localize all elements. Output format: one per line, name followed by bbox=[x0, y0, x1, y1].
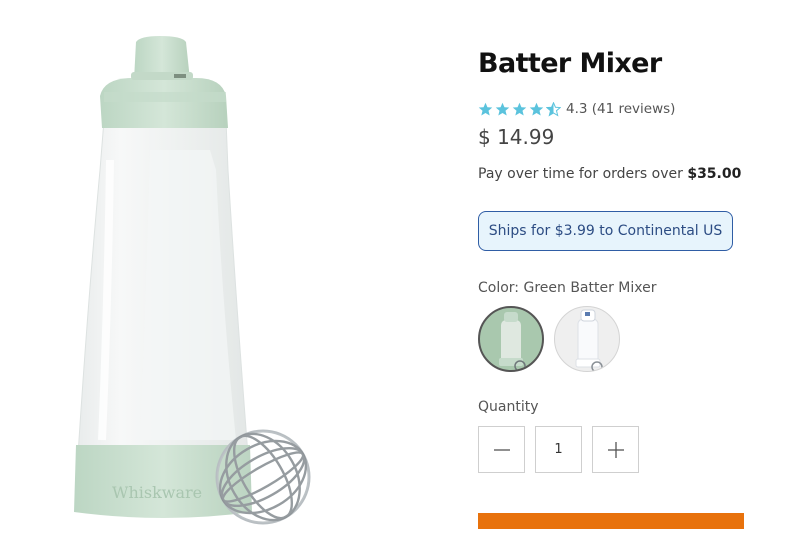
product-image: Whiskware bbox=[0, 0, 440, 534]
color-swatch-green[interactable] bbox=[478, 306, 544, 372]
star-icon bbox=[495, 102, 510, 115]
star-icon bbox=[512, 102, 527, 115]
product-price: $ 14.99 bbox=[478, 125, 555, 149]
quantity-label: Quantity bbox=[478, 399, 539, 415]
shipping-badge: Ships for $3.99 to Continental US bbox=[478, 211, 733, 251]
plus-icon bbox=[607, 441, 624, 458]
half-star-icon bbox=[546, 101, 561, 117]
rating-stars bbox=[478, 101, 563, 117]
add-to-cart-button[interactable] bbox=[478, 513, 744, 529]
rating-text: 4.3 (41 reviews) bbox=[566, 101, 676, 117]
quantity-input[interactable] bbox=[535, 426, 582, 473]
product-info-panel: Batter Mixer 4.3 (41 reviews) $ 14.99 Pa… bbox=[478, 0, 744, 534]
color-label: Color: Green Batter Mixer bbox=[478, 280, 657, 296]
star-icon bbox=[529, 102, 544, 115]
brand-mark: Whiskware bbox=[112, 483, 202, 502]
installments-message: Pay over time for orders over $35.00 wit bbox=[478, 166, 744, 182]
rating-summary[interactable]: 4.3 (41 reviews) bbox=[478, 101, 675, 117]
color-swatch-white[interactable] bbox=[554, 306, 620, 372]
installments-suffix: wit bbox=[741, 166, 744, 182]
product-title: Batter Mixer bbox=[478, 48, 662, 79]
quantity-increase-button[interactable] bbox=[592, 426, 639, 473]
star-icon bbox=[478, 102, 493, 115]
quantity-decrease-button[interactable] bbox=[478, 426, 525, 473]
minus-icon bbox=[493, 448, 510, 451]
installments-amount: $35.00 bbox=[687, 166, 742, 182]
installments-prefix: Pay over time for orders over bbox=[478, 166, 688, 182]
